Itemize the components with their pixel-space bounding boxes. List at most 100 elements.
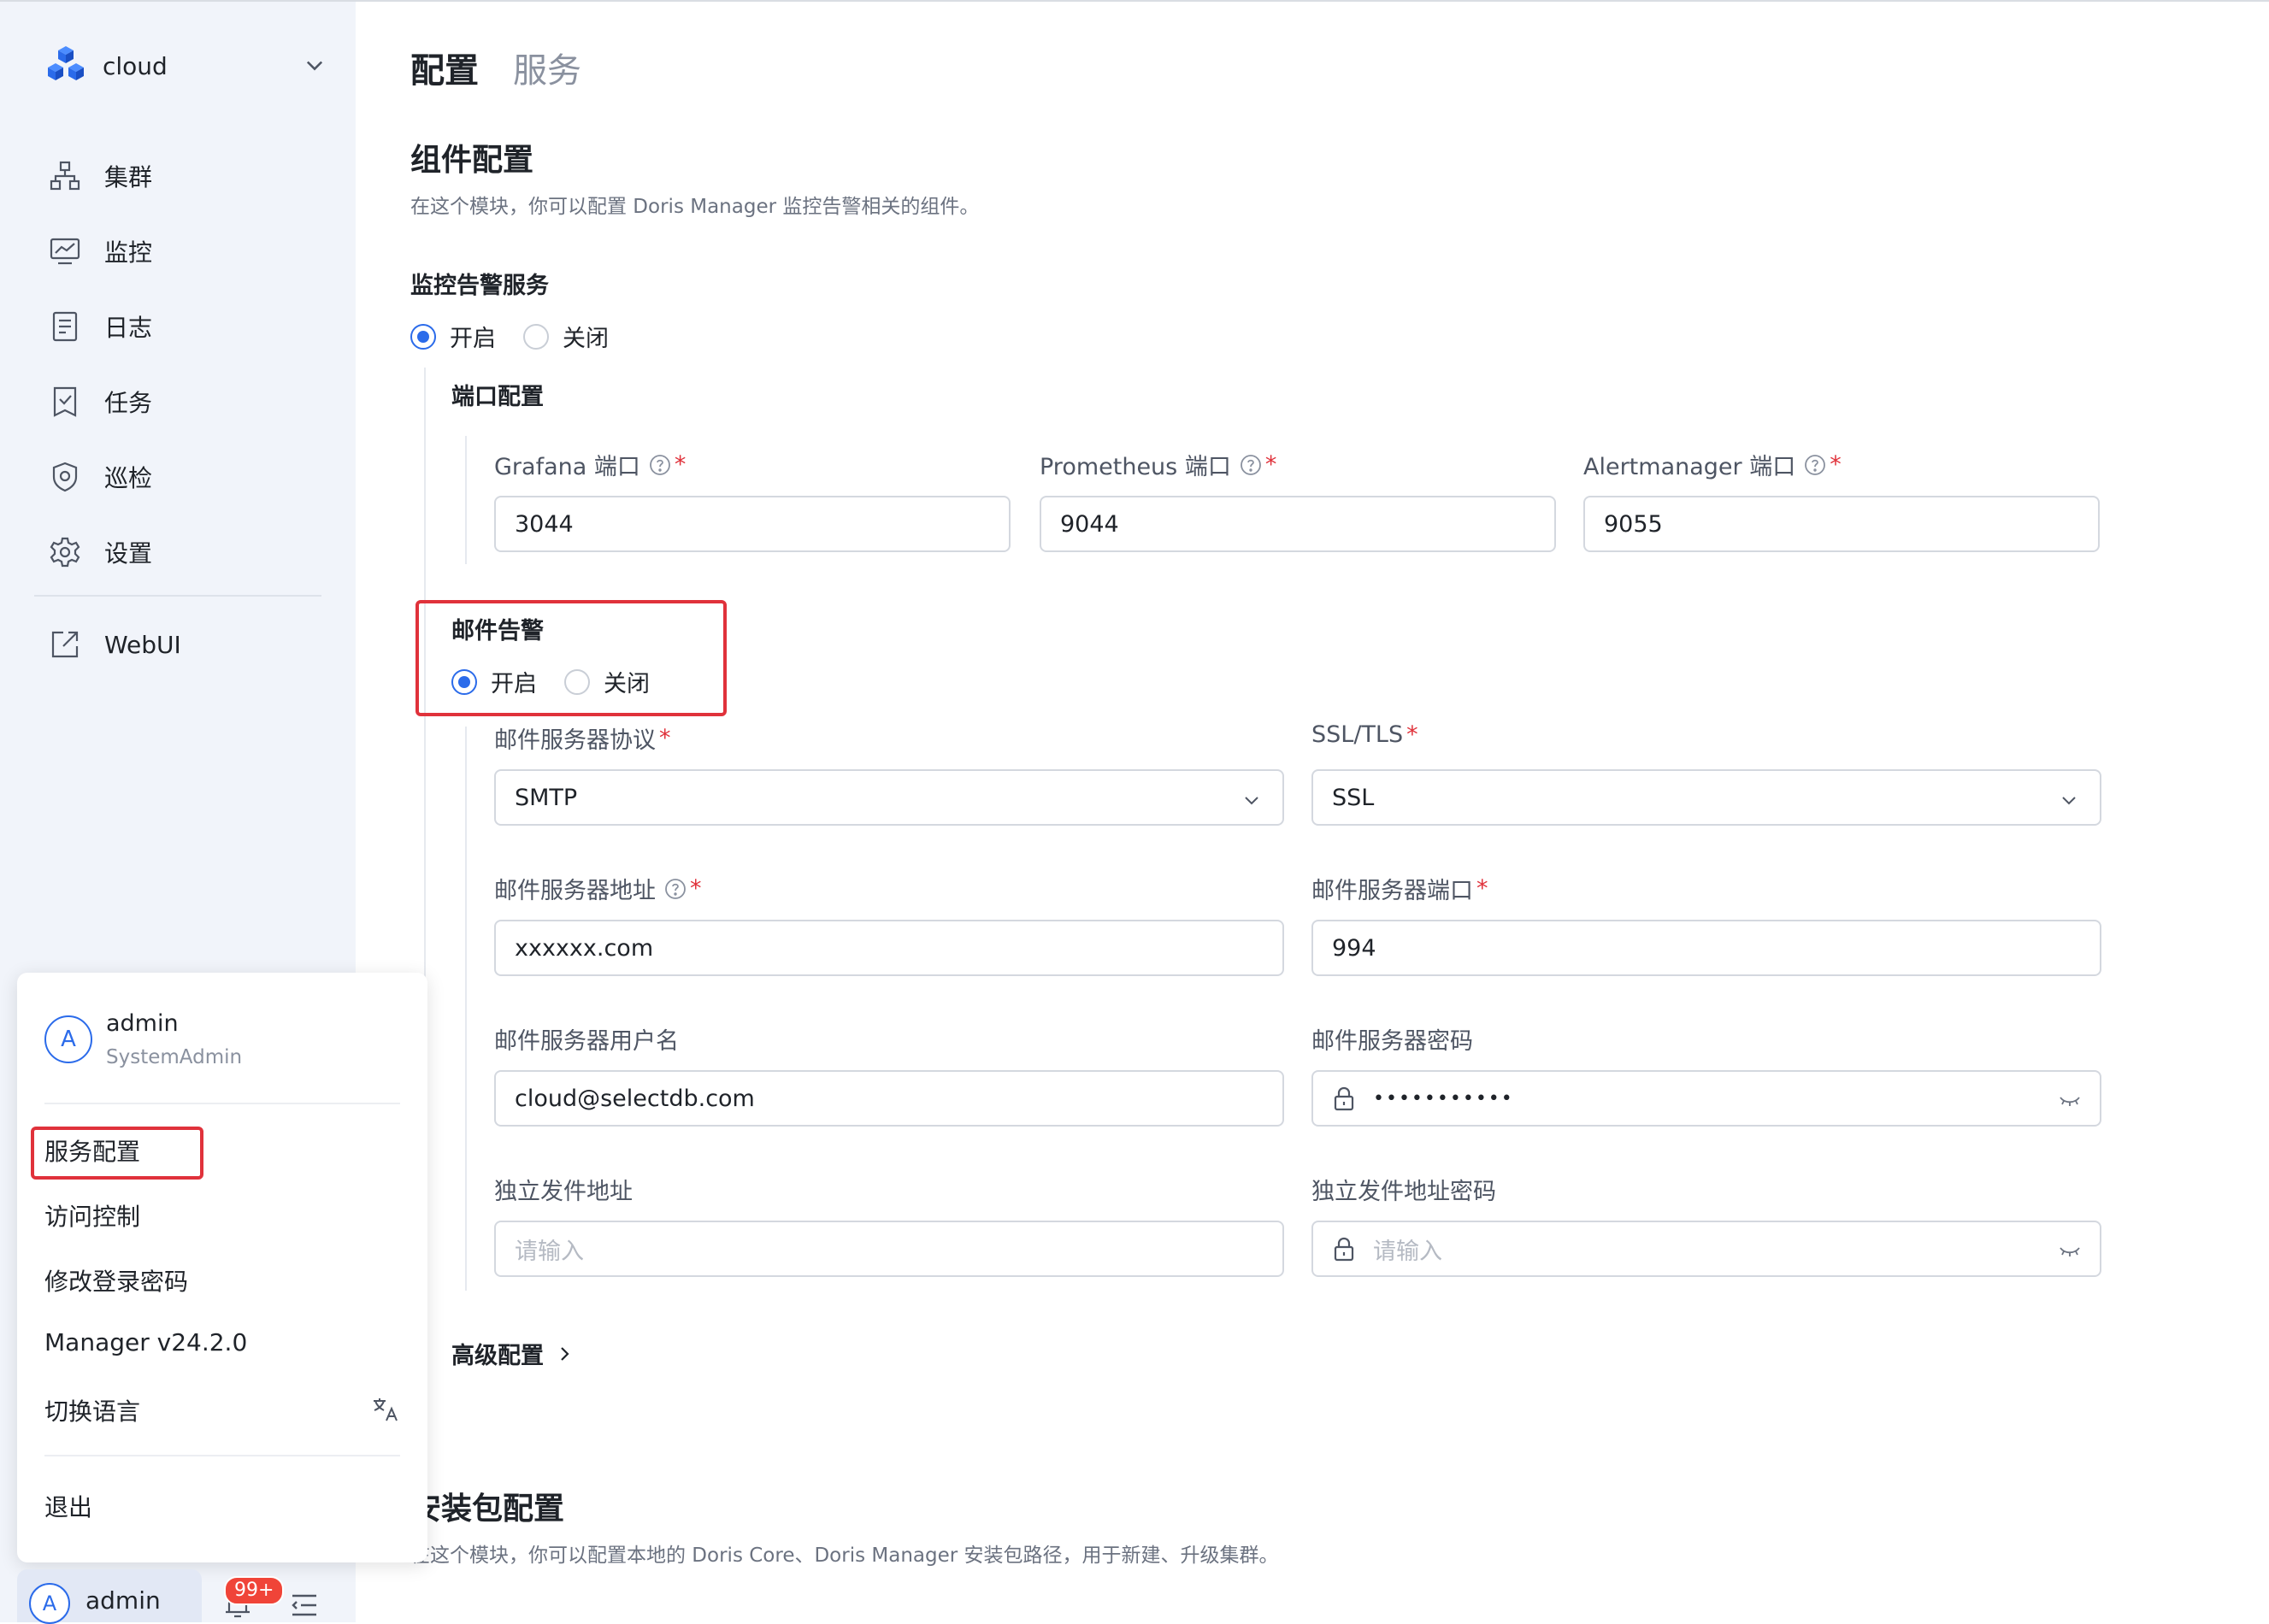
field-label-text: Alertmanager 端口 — [1583, 454, 1796, 480]
field-label-text: Prometheus 端口 — [1040, 454, 1231, 480]
menu-item-logout[interactable]: 退出 — [44, 1489, 92, 1523]
inspection-icon — [52, 462, 78, 492]
avatar: A — [44, 1015, 92, 1063]
input-value: 9055 — [1604, 510, 1663, 538]
email-alert-on-radio[interactable]: 开启 — [451, 665, 537, 698]
field-label-text: 独立发件地址 — [494, 1179, 633, 1205]
protocol-select[interactable]: SMTP — [494, 769, 1284, 826]
external-link-icon — [51, 631, 79, 658]
independent-sender-password-label: 独立发件地址密码 — [1311, 1173, 1496, 1206]
menu-item-switch-language[interactable]: 切换语言 — [44, 1393, 140, 1427]
username-label: 邮件服务器用户名 — [494, 1022, 679, 1056]
menu-item-change-password[interactable]: 修改登录密码 — [44, 1263, 188, 1297]
question-circle-icon[interactable] — [1804, 454, 1826, 476]
prometheus-port-input[interactable]: 9044 — [1040, 496, 1556, 552]
input-value: xxxxxx.com — [515, 934, 654, 962]
cubes-logo-icon — [48, 46, 84, 80]
radio-circle — [523, 323, 549, 350]
sidebar-item-task[interactable]: 任务 — [48, 364, 152, 439]
radio-label: 关闭 — [604, 671, 650, 697]
eye-closed-icon[interactable] — [2059, 1241, 2081, 1260]
sidebar-item-settings[interactable]: 设置 — [48, 515, 152, 590]
chevron-right-icon — [561, 1346, 569, 1361]
password-input[interactable]: ••••••••••• — [1311, 1070, 2101, 1127]
independent-sender-password-input[interactable]: 请输入 — [1311, 1221, 2101, 1277]
eye-closed-icon[interactable] — [2059, 1091, 2081, 1109]
field-label-text: 独立发件地址密码 — [1311, 1179, 1496, 1205]
menu-item-access-control[interactable]: 访问控制 — [44, 1198, 140, 1233]
input-value: 3044 — [515, 510, 574, 538]
tab-service[interactable]: 服务 — [513, 43, 581, 92]
lock-icon — [1334, 1237, 1354, 1262]
question-circle-icon[interactable] — [649, 454, 671, 476]
sidebar-divider — [34, 595, 321, 597]
menu-item-version: Manager v24.2.0 — [44, 1328, 248, 1356]
task-icon — [53, 386, 77, 417]
user-role: SystemAdmin — [106, 1046, 243, 1068]
question-circle-icon[interactable] — [664, 878, 687, 900]
required-mark: * — [674, 451, 687, 478]
translate-icon[interactable] — [371, 1395, 400, 1424]
sidebar-item-label: 任务 — [104, 389, 153, 417]
sidebar-item-label: 设置 — [104, 539, 153, 568]
sidebar-item-webui[interactable]: WebUI — [48, 607, 181, 682]
cluster-icon — [50, 161, 80, 191]
avatar: A — [29, 1583, 70, 1624]
grafana-port-label: Grafana 端口 * — [494, 448, 686, 481]
field-label-text: 邮件服务器密码 — [1311, 1028, 1473, 1055]
nest-line — [465, 727, 467, 1291]
alertmanager-port-input[interactable]: 9055 — [1583, 496, 2100, 552]
chevron-down-icon — [2062, 797, 2076, 805]
monitor-service-off-radio[interactable]: 关闭 — [523, 320, 609, 353]
nest-line — [465, 436, 467, 564]
server-address-input[interactable]: xxxxxx.com — [494, 920, 1284, 976]
brand-switcher[interactable]: cloud — [44, 43, 327, 89]
advanced-config-toggle[interactable]: 高级配置 — [451, 1337, 575, 1370]
ssl-select[interactable]: SSL — [1311, 769, 2101, 826]
radio-circle — [451, 668, 477, 695]
protocol-label: 邮件服务器协议 * — [494, 721, 671, 755]
required-mark: * — [690, 875, 702, 902]
independent-sender-input[interactable]: 请输入 — [494, 1221, 1284, 1277]
sidebar-nav: 集群 监控 日志 任务 巡检 设置 — [48, 138, 152, 590]
field-label-text: 邮件服务器协议 — [494, 727, 656, 754]
monitor-icon — [50, 238, 80, 265]
user-bar[interactable]: A admin — [17, 1569, 202, 1624]
chevron-down-icon — [1245, 797, 1258, 805]
advanced-config-label: 高级配置 — [451, 1343, 544, 1369]
collapse-menu-icon[interactable] — [289, 1592, 320, 1619]
sidebar-item-monitor[interactable]: 监控 — [48, 214, 152, 289]
tab-config[interactable]: 配置 — [410, 43, 479, 92]
server-port-input[interactable]: 994 — [1311, 920, 2101, 976]
server-address-label: 邮件服务器地址 * — [494, 872, 702, 905]
grafana-port-input[interactable]: 3044 — [494, 496, 1011, 552]
input-value: 9044 — [1060, 510, 1119, 538]
notification-badge: 99+ — [224, 1576, 285, 1605]
monitor-service-radio-group: 开启 关闭 — [410, 320, 636, 353]
server-port-label: 邮件服务器端口 * — [1311, 872, 1488, 905]
user-name: admin — [106, 1010, 179, 1037]
sidebar-item-log[interactable]: 日志 — [48, 289, 152, 364]
username-input[interactable]: cloud@selectdb.com — [494, 1070, 1284, 1127]
monitor-service-on-radio[interactable]: 开启 — [410, 320, 496, 353]
sidebar-item-cluster[interactable]: 集群 — [48, 138, 152, 214]
sidebar-item-label: 巡检 — [104, 464, 153, 492]
select-value: SSL — [1332, 784, 1375, 811]
input-placeholder: 请输入 — [1373, 1238, 1442, 1265]
input-placeholder: 请输入 — [515, 1238, 584, 1265]
menu-divider — [44, 1103, 400, 1104]
monitor-service-label: 监控告警服务 — [410, 273, 549, 299]
field-label-text: 邮件服务器地址 — [494, 878, 656, 904]
package-section-description: 在这个模块，你可以配置本地的 Doris Core、Doris Manager … — [410, 1545, 1279, 1567]
input-value: 994 — [1332, 934, 1376, 962]
question-circle-icon[interactable] — [1240, 454, 1262, 476]
select-value: SMTP — [515, 784, 578, 811]
field-label-text: 邮件服务器用户名 — [494, 1028, 679, 1055]
email-alert-off-radio[interactable]: 关闭 — [564, 665, 650, 698]
required-mark: * — [1264, 451, 1277, 478]
sidebar-item-label: 集群 — [104, 163, 153, 191]
field-label-text: Grafana 端口 — [494, 454, 640, 480]
lock-icon — [1334, 1086, 1354, 1111]
sidebar-item-label: WebUI — [104, 630, 181, 659]
sidebar-item-inspection[interactable]: 巡检 — [48, 439, 152, 515]
